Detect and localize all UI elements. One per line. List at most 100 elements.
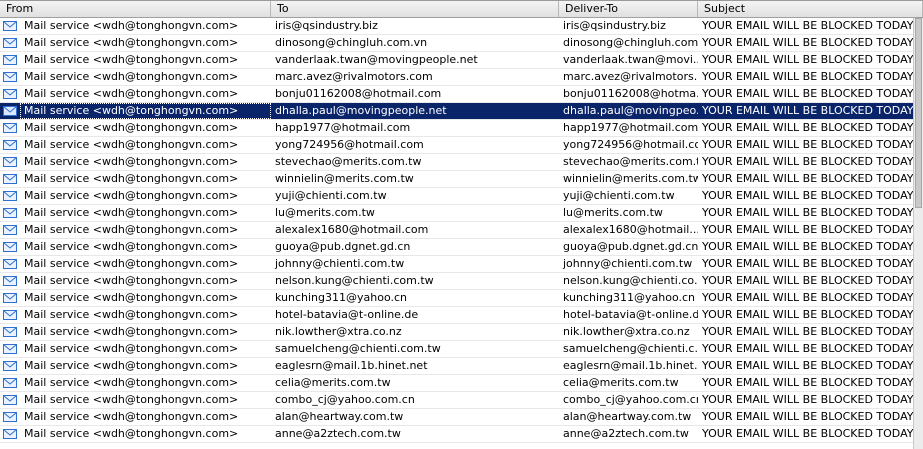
cell-from: Mail service <wdh@tonghongvn.com> <box>24 70 239 83</box>
message-row[interactable]: Mail service <wdh@tonghongvn.com> marc.av… <box>0 69 913 86</box>
cell-from: Mail service <wdh@tonghongvn.com> <box>24 223 239 236</box>
column-header-bar: From To Deliver-To Subject <box>0 1 923 18</box>
column-header-deliver-to[interactable]: Deliver-To <box>559 1 698 17</box>
cell-subject: YOUR EMAIL WILL BE BLOCKED TODAY VER <box>702 393 913 406</box>
message-row[interactable]: Mail service <wdh@tonghongvn.com> eaglesr… <box>0 358 913 375</box>
envelope-icon <box>3 412 17 422</box>
cell-deliver-to: hotel-batavia@t-online.de <box>563 308 698 321</box>
envelope-icon <box>3 38 17 48</box>
message-row[interactable]: Mail service <wdh@tonghongvn.com> combo_c… <box>0 392 913 409</box>
message-row[interactable]: Mail service <wdh@tonghongvn.com> happ197… <box>0 120 913 137</box>
cell-subject: YOUR EMAIL WILL BE BLOCKED TODAY VER <box>702 410 913 423</box>
message-row[interactable]: Mail service <wdh@tonghongvn.com> kunchin… <box>0 290 913 307</box>
message-row[interactable]: Mail service <wdh@tonghongvn.com> winniel… <box>0 171 913 188</box>
message-row[interactable]: Mail service <wdh@tonghongvn.com> stevech… <box>0 154 913 171</box>
message-row[interactable]: Mail service <wdh@tonghongvn.com> iris@qs… <box>0 18 913 35</box>
cell-from: Mail service <wdh@tonghongvn.com> <box>24 206 239 219</box>
cell-subject: YOUR EMAIL WILL BE BLOCKED TODAY VER <box>702 87 913 100</box>
message-row[interactable]: Mail service <wdh@tonghongvn.com> yuji@ch… <box>0 188 913 205</box>
cell-subject: YOUR EMAIL WILL BE BLOCKED TODAY VER <box>702 36 913 49</box>
envelope-icon <box>3 344 17 354</box>
cell-deliver-to: vanderlaak.twan@movi... <box>563 53 698 66</box>
cell-subject: YOUR EMAIL WILL BE BLOCKED TODAY VER <box>702 223 913 236</box>
envelope-icon <box>3 259 17 269</box>
cell-from: Mail service <wdh@tonghongvn.com> <box>24 359 239 372</box>
cell-to: samuelcheng@chienti.com.tw <box>275 342 441 355</box>
cell-to: alexalex1680@hotmail.com <box>275 223 429 236</box>
cell-from: Mail service <wdh@tonghongvn.com> <box>24 36 239 49</box>
cell-deliver-to: kunching311@yahoo.cn <box>563 291 696 304</box>
cell-from: Mail service <wdh@tonghongvn.com> <box>24 274 239 287</box>
cell-deliver-to: bonju01162008@hotma... <box>563 87 698 100</box>
cell-to: stevechao@merits.com.tw <box>275 155 422 168</box>
cell-from: Mail service <wdh@tonghongvn.com> <box>24 53 239 66</box>
message-row[interactable]: Mail service <wdh@tonghongvn.com> johnny@… <box>0 256 913 273</box>
cell-to: hotel-batavia@t-online.de <box>275 308 419 321</box>
cell-subject: YOUR EMAIL WILL BE BLOCKED TODAY VER <box>702 19 913 32</box>
cell-to: yuji@chienti.com.tw <box>275 189 387 202</box>
envelope-icon <box>3 174 17 184</box>
cell-from: Mail service <wdh@tonghongvn.com> <box>24 376 239 389</box>
cell-deliver-to: guoya@pub.dgnet.gd.cn <box>563 240 698 253</box>
cell-to: dinosong@chingluh.com.vn <box>275 36 428 49</box>
message-row[interactable]: Mail service <wdh@tonghongvn.com> dinoson… <box>0 35 913 52</box>
envelope-icon <box>3 191 17 201</box>
cell-deliver-to: winnielin@merits.com.tw <box>563 172 698 185</box>
cell-from: Mail service <wdh@tonghongvn.com> <box>24 121 239 134</box>
message-row[interactable]: Mail service <wdh@tonghongvn.com> yong724… <box>0 137 913 154</box>
message-row[interactable]: Mail service <wdh@tonghongvn.com> anne@a2… <box>0 426 913 443</box>
cell-from: Mail service <wdh@tonghongvn.com> <box>24 393 239 406</box>
message-row[interactable]: Mail service <wdh@tonghongvn.com> alan@he… <box>0 409 913 426</box>
cell-deliver-to: iris@qsindustry.biz <box>563 19 666 32</box>
column-header-to[interactable]: To <box>271 1 559 17</box>
cell-deliver-to: eaglesrn@mail.1b.hinet... <box>563 359 698 372</box>
envelope-icon <box>3 361 17 371</box>
vertical-scrollbar[interactable] <box>913 18 923 449</box>
cell-deliver-to: anne@a2ztech.com.tw <box>563 427 689 440</box>
cell-from: Mail service <wdh@tonghongvn.com> <box>24 410 239 423</box>
cell-from: Mail service <wdh@tonghongvn.com> <box>24 87 239 100</box>
envelope-icon <box>3 310 17 320</box>
cell-deliver-to: alexalex1680@hotmail.... <box>563 223 698 236</box>
cell-deliver-to: marc.avez@rivalmotors.... <box>563 70 698 83</box>
cell-deliver-to: happ1977@hotmail.com <box>563 121 698 134</box>
envelope-icon <box>3 106 17 116</box>
cell-deliver-to: combo_cj@yahoo.com.cn <box>563 393 698 406</box>
message-row[interactable]: Mail service <wdh@tonghongvn.com> lu@meri… <box>0 205 913 222</box>
column-header-subject[interactable]: Subject <box>698 1 923 17</box>
cell-deliver-to: stevechao@merits.com.tw <box>563 155 698 168</box>
message-row[interactable]: Mail service <wdh@tonghongvn.com> celia@m… <box>0 375 913 392</box>
cell-to: johnny@chienti.com.tw <box>275 257 405 270</box>
cell-subject: YOUR EMAIL WILL BE BLOCKED TODAY VER <box>702 172 913 185</box>
cell-from: Mail service <wdh@tonghongvn.com> <box>24 308 239 321</box>
cell-from: Mail service <wdh@tonghongvn.com> <box>24 189 239 202</box>
envelope-icon <box>3 327 17 337</box>
envelope-icon <box>3 378 17 388</box>
cell-subject: YOUR EMAIL WILL BE BLOCKED TODAY VER <box>702 104 913 117</box>
cell-to: vanderlaak.twan@movingpeople.net <box>275 53 478 66</box>
cell-to: guoya@pub.dgnet.gd.cn <box>275 240 411 253</box>
cell-to: anne@a2ztech.com.tw <box>275 427 401 440</box>
message-row[interactable]: Mail service <wdh@tonghongvn.com> dhalla.… <box>0 103 913 120</box>
message-row[interactable]: Mail service <wdh@tonghongvn.com> nik.low… <box>0 324 913 341</box>
cell-subject: YOUR EMAIL WILL BE BLOCKED TODAY VER <box>702 325 913 338</box>
cell-subject: YOUR EMAIL WILL BE BLOCKED TODAY VER <box>702 138 913 151</box>
message-list: From To Deliver-To Subject Mail service … <box>0 0 923 449</box>
message-row[interactable]: Mail service <wdh@tonghongvn.com> vanderl… <box>0 52 913 69</box>
message-row[interactable]: Mail service <wdh@tonghongvn.com> hotel-b… <box>0 307 913 324</box>
cell-from: Mail service <wdh@tonghongvn.com> <box>24 155 239 168</box>
cell-to: alan@heartway.com.tw <box>275 410 404 423</box>
cell-subject: YOUR EMAIL WILL BE BLOCKED TODAY VER <box>702 274 913 287</box>
message-row[interactable]: Mail service <wdh@tonghongvn.com> samuelc… <box>0 341 913 358</box>
scrollbar-thumb[interactable] <box>915 18 922 208</box>
message-row[interactable]: Mail service <wdh@tonghongvn.com> bonju01… <box>0 86 913 103</box>
message-row[interactable]: Mail service <wdh@tonghongvn.com> nelson.… <box>0 273 913 290</box>
cell-subject: YOUR EMAIL WILL BE BLOCKED TODAY VER <box>702 427 913 440</box>
envelope-icon <box>3 123 17 133</box>
message-row[interactable]: Mail service <wdh@tonghongvn.com> guoya@p… <box>0 239 913 256</box>
message-row[interactable]: Mail service <wdh@tonghongvn.com> alexale… <box>0 222 913 239</box>
column-header-from[interactable]: From <box>0 1 271 17</box>
cell-from: Mail service <wdh@tonghongvn.com> <box>20 103 271 119</box>
cell-to: kunching311@yahoo.cn <box>275 291 408 304</box>
cell-to: nik.lowther@xtra.co.nz <box>275 325 402 338</box>
